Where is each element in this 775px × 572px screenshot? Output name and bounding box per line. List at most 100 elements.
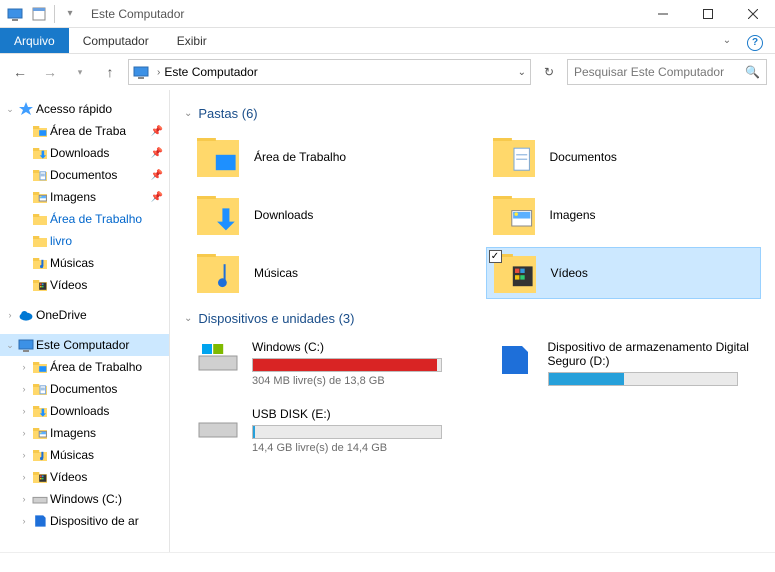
tree-item[interactable]: ›Dispositivo de ar [0,510,169,532]
ribbon-expand-icon[interactable]: ⌄ [717,35,737,46]
documents-icon [492,135,536,179]
tree-item[interactable]: ⌄Este Computador [0,334,169,356]
chevron-right-icon: › [157,67,160,78]
tree-twisty-icon[interactable]: ⌄ [4,340,16,351]
group-header-folders[interactable]: ⌄ Pastas (6) [184,106,761,121]
tree-item-label: Documentos [50,168,117,182]
desktop-icon [32,123,48,139]
tree-item-label: Documentos [50,382,117,396]
tree-item[interactable]: Documentos 📌 [0,164,169,186]
chevron-down-icon[interactable]: ⌄ [184,108,192,119]
nav-forward-button[interactable]: → [38,60,62,84]
this-pc-icon [4,3,26,25]
drive-usage-bar [252,425,442,439]
tree-twisty-icon[interactable]: › [18,450,30,460]
images-icon [32,189,48,205]
pc-icon [18,337,34,353]
tree-twisty-icon[interactable]: › [18,472,30,482]
drive-item[interactable]: Dispositivo de armazenamento Digital Seg… [486,336,762,391]
drive-name: Dispositivo de armazenamento Digital Seg… [548,340,756,368]
tree-twisty-icon[interactable]: › [18,384,30,394]
qat-dropdown-icon[interactable]: ▾ [59,3,81,25]
folder-item[interactable]: Documentos [486,131,762,183]
folders-header-label: Pastas (6) [198,106,257,121]
drive-icon [32,491,48,507]
tab-view[interactable]: Exibir [163,28,221,53]
tab-computer[interactable]: Computador [69,28,163,53]
folder-item[interactable]: ✓ Vídeos [486,247,762,299]
folder-item[interactable]: Downloads [190,189,466,241]
tree-item[interactable]: ›Windows (C:) [0,488,169,510]
tree-item[interactable]: Área de Trabalho [0,208,169,230]
nav-up-button[interactable]: ↑ [98,60,122,84]
minimize-button[interactable] [640,0,685,28]
tree-item-label: Imagens [50,426,96,440]
tree-item[interactable]: Área de Traba📌 [0,120,169,142]
drive-item[interactable]: Windows (C:)304 MB livre(s) de 13,8 GB [190,336,466,391]
tree-item[interactable]: ›Músicas [0,444,169,466]
drive-item[interactable]: USB DISK (E:)14,4 GB livre(s) de 14,4 GB [190,403,466,458]
close-button[interactable] [730,0,775,28]
tree-item-label: Área de Trabalho [50,360,142,374]
tree-item[interactable]: › Área de Trabalho [0,356,169,378]
tree-twisty-icon[interactable]: › [18,428,30,438]
tree-item[interactable]: Downloads📌 [0,142,169,164]
tree-item[interactable]: livro [0,230,169,252]
content-pane[interactable]: ⌄ Pastas (6) Área de Trabalho Documentos D… [170,90,775,552]
tree-twisty-icon[interactable]: › [18,362,30,372]
downloads-icon [32,403,48,419]
address-dropdown-icon[interactable]: ⌄ [518,67,526,78]
downloads-icon [196,193,240,237]
music-icon [32,255,48,271]
help-icon[interactable]: ? [747,35,763,51]
tree-twisty-icon[interactable]: › [18,494,30,504]
tree-item-label: Área de Trabalho [50,212,142,226]
chevron-down-icon[interactable]: ⌄ [184,313,192,324]
documents-icon [32,381,48,397]
tree-item[interactable]: › Documentos [0,378,169,400]
tree-item[interactable]: Imagens📌 [0,186,169,208]
folder-item[interactable]: Músicas [190,247,466,299]
group-header-drives[interactable]: ⌄ Dispositivos e unidades (3) [184,311,761,326]
address-bar[interactable]: › Este Computador ⌄ [128,59,531,85]
tab-file[interactable]: Arquivo [0,28,69,53]
winhd-icon [196,340,240,380]
refresh-button[interactable]: ↻ [537,60,561,84]
folder-label: Vídeos [551,266,588,280]
pin-icon: 📌 [151,170,163,181]
folder-item[interactable]: Área de Trabalho [190,131,466,183]
desktop-icon [32,359,48,375]
pin-icon: 📌 [151,192,163,203]
tree-twisty-icon[interactable]: › [18,516,30,526]
tree-item[interactable]: › Downloads [0,400,169,422]
nav-recent-dropdown[interactable]: ▾ [68,60,92,84]
drives-header-label: Dispositivos e unidades (3) [198,311,354,326]
maximize-button[interactable] [685,0,730,28]
tree-item-label: Vídeos [50,470,87,484]
breadcrumb[interactable]: Este Computador [164,65,513,79]
pin-icon: 📌 [151,126,163,137]
sd-icon [492,340,536,380]
tree-item[interactable]: Vídeos [0,274,169,296]
nav-back-button[interactable]: ← [8,60,32,84]
tree-item[interactable]: Músicas [0,252,169,274]
desktop-icon [196,135,240,179]
search-input[interactable]: Pesquisar Este Computador 🔍 [567,59,767,85]
tree-item[interactable]: ⌄Acesso rápido [0,98,169,120]
documents-icon [32,167,48,183]
folder-item[interactable]: Imagens [486,189,762,241]
tree-twisty-icon[interactable]: › [4,310,16,320]
videos-icon [32,469,48,485]
properties-icon[interactable] [28,3,50,25]
tree-twisty-icon[interactable]: › [18,406,30,416]
navigation-tree[interactable]: ⌄Acesso rápidoÁrea de Traba📌Downloads📌Do… [0,90,170,552]
tree-item[interactable]: ›OneDrive [0,304,169,326]
tree-item-label: Downloads [50,404,109,418]
music-icon [196,251,240,295]
tree-twisty-icon[interactable]: ⌄ [4,104,16,115]
tree-item[interactable]: › Imagens [0,422,169,444]
ribbon-tabs: Arquivo Computador Exibir ⌄ ? [0,28,775,54]
checkbox-icon[interactable]: ✓ [489,250,502,263]
tree-item[interactable]: › Vídeos [0,466,169,488]
downloads-icon [32,145,48,161]
